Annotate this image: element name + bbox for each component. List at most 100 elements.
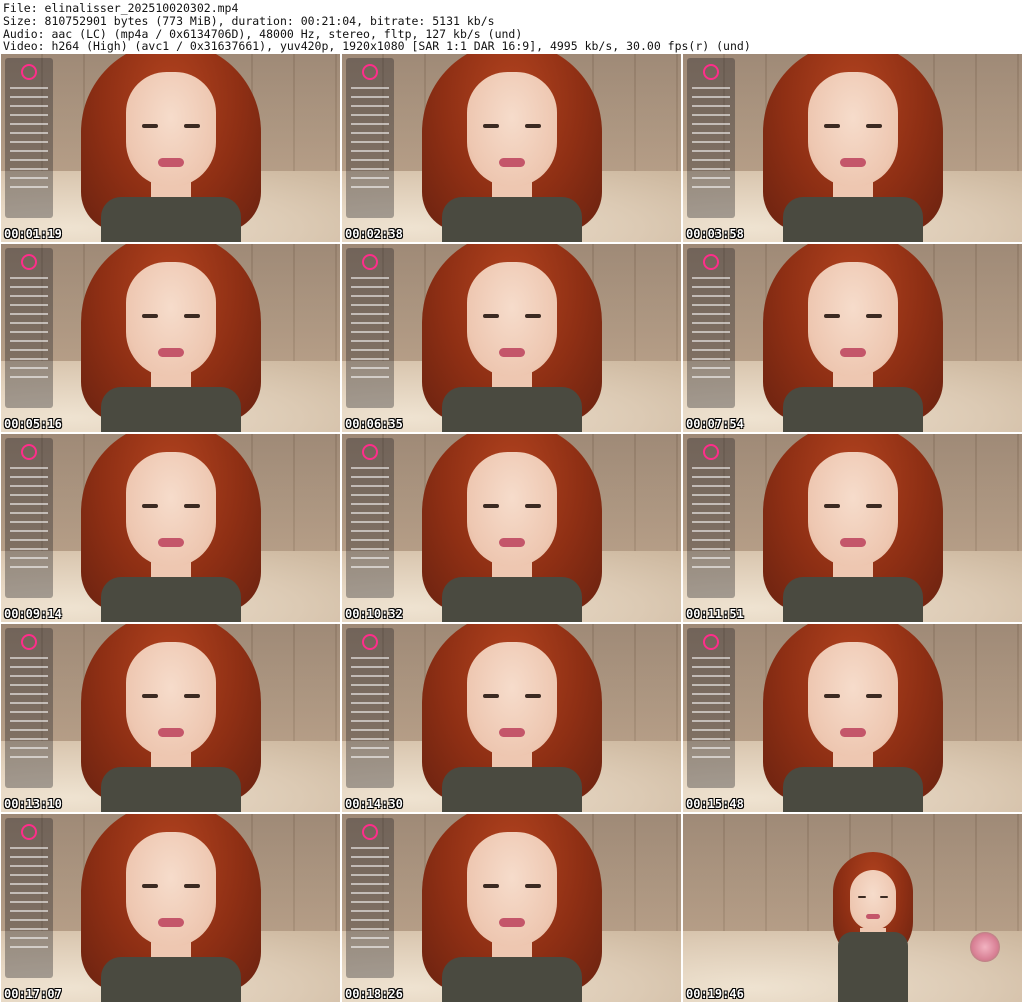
left-eye [141,884,158,888]
stream-overlay-panel [687,438,735,598]
overlay-badge-icon [21,64,37,80]
frame-timestamp: 00:03:58 [686,227,744,241]
left-eye [482,504,499,508]
video-frame-thumbnail: 00:02:38 [342,54,681,242]
stream-overlay-panel [346,818,394,978]
person-figure [753,244,953,432]
video-frame-thumbnail: 00:01:19 [1,54,340,242]
lips [498,348,525,357]
left-eye [482,124,499,128]
stream-overlay-panel [5,248,53,408]
face [807,72,898,187]
video-frame-thumbnail: 00:19:46 [683,814,1022,1002]
lips [498,158,525,167]
video-frame-thumbnail: 00:18:26 [342,814,681,1002]
face [807,642,898,757]
right-eye [183,884,200,888]
overlay-badge-icon [703,444,719,460]
lips [498,728,525,737]
overlay-badge-icon [21,634,37,650]
person-figure [412,244,612,432]
frame-timestamp: 00:07:54 [686,417,744,431]
frame-timestamp: 00:02:38 [345,227,403,241]
file-info-header: File: elinalisser_202510020302.mp4 Size: … [3,2,751,53]
overlay-badge-icon [362,254,378,270]
face [849,870,896,930]
person-figure [412,434,612,622]
face [466,832,557,947]
stream-overlay-panel [346,248,394,408]
frame-timestamp: 00:05:16 [4,417,62,431]
frame-timestamp: 00:01:19 [4,227,62,241]
dark-top [782,767,923,812]
video-frame-thumbnail: 00:03:58 [683,54,1022,242]
video-frame-thumbnail: 00:14:30 [342,624,681,812]
face [466,72,557,187]
stream-overlay-panel [5,58,53,218]
left-eye [141,694,158,698]
video-frame-thumbnail: 00:09:14 [1,434,340,622]
overlay-badge-icon [703,64,719,80]
face [466,262,557,377]
stream-overlay-panel [5,628,53,788]
face [125,832,216,947]
stream-overlay-panel [5,818,53,978]
frame-timestamp: 00:09:14 [4,607,62,621]
dark-top [837,932,908,1002]
right-eye [183,314,200,318]
video-frame-thumbnail: 00:10:32 [342,434,681,622]
frame-timestamp: 00:10:32 [345,607,403,621]
stream-overlay-panel [346,58,394,218]
left-eye [823,504,840,508]
right-eye [865,124,882,128]
dark-top [100,197,241,242]
right-eye [879,896,888,898]
face [466,642,557,757]
frame-timestamp: 00:14:30 [345,797,403,811]
overlay-badge-icon [703,634,719,650]
overlay-badge-icon [362,824,378,840]
person-figure [753,54,953,242]
person-figure [818,852,928,1002]
person-figure [412,54,612,242]
lips [157,728,184,737]
video-frame-thumbnail: 00:17:07 [1,814,340,1002]
stream-overlay-panel [687,58,735,218]
lips [157,538,184,547]
file-name-line: File: elinalisser_202510020302.mp4 [3,1,239,15]
left-eye [823,314,840,318]
stream-overlay-panel [687,628,735,788]
dark-top [782,387,923,432]
lips [865,914,880,919]
lips [157,158,184,167]
left-eye [482,884,499,888]
right-eye [183,694,200,698]
overlay-badge-icon [21,824,37,840]
dark-top [100,387,241,432]
dark-top [100,767,241,812]
left-eye [141,124,158,128]
right-eye [524,504,541,508]
overlay-badge-icon [362,444,378,460]
stream-overlay-panel [346,628,394,788]
right-eye [865,504,882,508]
lips [498,538,525,547]
frame-timestamp: 00:19:46 [686,987,744,1001]
stream-overlay-panel [346,438,394,598]
left-eye [141,504,158,508]
video-frame-thumbnail: 00:07:54 [683,244,1022,432]
face [807,452,898,567]
overlay-badge-icon [21,254,37,270]
frame-timestamp: 00:13:10 [4,797,62,811]
overlay-badge-icon [21,444,37,460]
face [125,262,216,377]
left-eye [823,124,840,128]
person-figure [412,814,612,1002]
person-figure [753,434,953,622]
lips [839,728,866,737]
video-frame-thumbnail: 00:06:35 [342,244,681,432]
face [466,452,557,567]
overlay-badge-icon [362,64,378,80]
video-info-line: Video: h264 (High) (avc1 / 0x31637661), … [3,39,751,54]
right-eye [865,694,882,698]
